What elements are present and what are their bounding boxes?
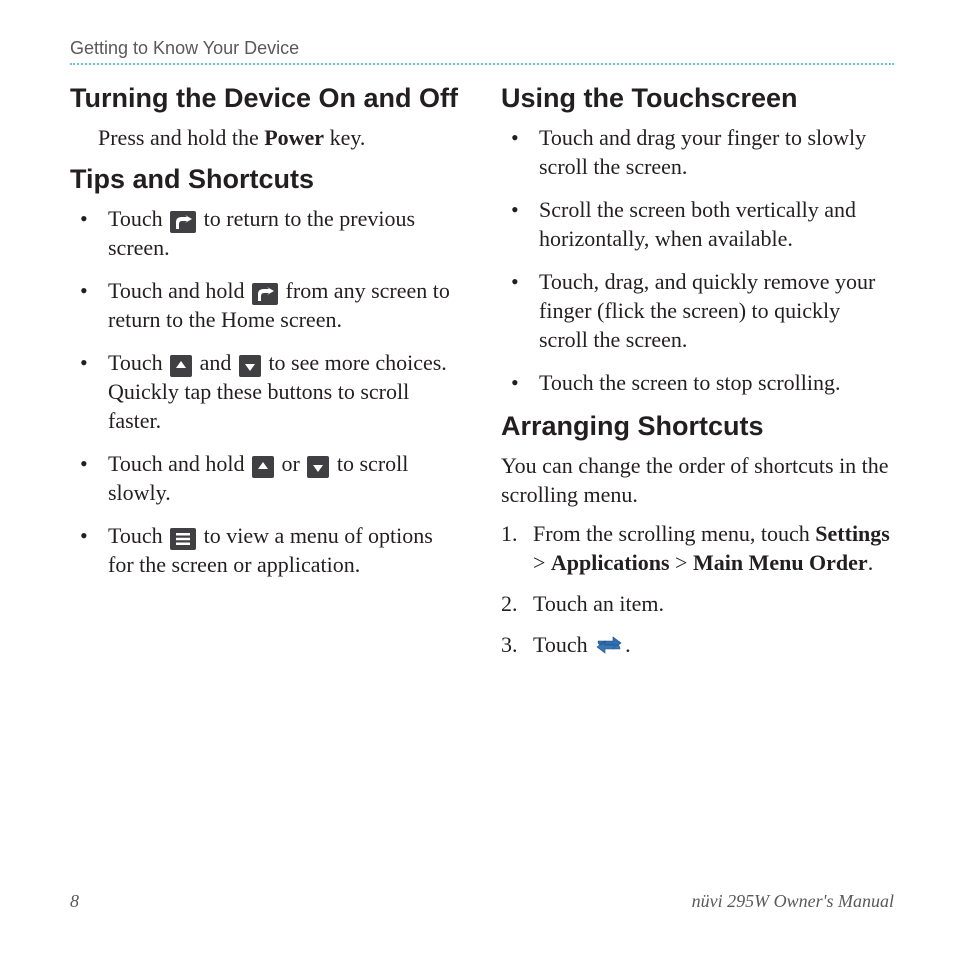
list-item: Touch the screen to stop scrolling. <box>501 368 894 397</box>
heading-turning-device-on-off: Turning the Device On and Off <box>70 83 463 115</box>
step-item: From the scrolling menu, touch Settings … <box>501 519 894 577</box>
list-item: Touch, drag, and quickly remove your fin… <box>501 267 894 354</box>
text: Press and hold the <box>98 125 264 150</box>
scroll-down-icon <box>239 355 261 377</box>
heading-arranging-shortcuts: Arranging Shortcuts <box>501 411 894 443</box>
back-arrow-icon <box>170 211 196 233</box>
manual-title: nüvi 295W Owner's Manual <box>692 891 894 912</box>
nav-applications: Applications <box>551 550 670 575</box>
step-item: Touch an item. <box>501 589 894 618</box>
step-item: Touch . <box>501 630 894 659</box>
text: Touch <box>108 350 168 375</box>
swap-arrows-icon <box>595 634 623 656</box>
tip-item: Touch to return to the previous screen. <box>70 204 463 262</box>
menu-icon <box>170 528 196 550</box>
text: > <box>670 550 693 575</box>
tips-list: Touch to return to the previous screen. … <box>70 204 463 579</box>
tip-item: Touch and to see more choices. Quickly t… <box>70 348 463 435</box>
text: . <box>868 550 874 575</box>
text: Touch <box>108 523 168 548</box>
scroll-up-icon <box>252 456 274 478</box>
page-number: 8 <box>70 891 79 912</box>
heading-tips-shortcuts: Tips and Shortcuts <box>70 164 463 196</box>
back-arrow-icon <box>252 283 278 305</box>
page-footer: 8 nüvi 295W Owner's Manual <box>70 891 894 912</box>
text: Touch and hold <box>108 451 250 476</box>
touchscreen-list: Touch and drag your finger to slowly scr… <box>501 123 894 397</box>
list-item: Scroll the screen both vertically and ho… <box>501 195 894 253</box>
heading-using-touchscreen: Using the Touchscreen <box>501 83 894 115</box>
list-item: Touch and drag your finger to slowly scr… <box>501 123 894 181</box>
power-key-label: Power <box>264 125 324 150</box>
chapter-header: Getting to Know Your Device <box>70 38 894 65</box>
tip-item: Touch and hold from any screen to return… <box>70 276 463 334</box>
power-instruction: Press and hold the Power key. <box>98 123 463 152</box>
text: Touch <box>108 206 168 231</box>
text: From the scrolling menu, touch <box>533 521 815 546</box>
text: . <box>625 632 631 657</box>
scroll-up-icon <box>170 355 192 377</box>
tip-item: Touch to view a menu of options for the … <box>70 521 463 579</box>
steps-list: From the scrolling menu, touch Settings … <box>501 519 894 659</box>
text: Touch <box>533 632 593 657</box>
left-column: Turning the Device On and Off Press and … <box>70 83 463 671</box>
text: or <box>276 451 305 476</box>
nav-main-menu-order: Main Menu Order <box>693 550 868 575</box>
right-column: Using the Touchscreen Touch and drag you… <box>501 83 894 671</box>
text: > <box>533 550 551 575</box>
scroll-down-icon <box>307 456 329 478</box>
text: and <box>194 350 237 375</box>
nav-settings: Settings <box>815 521 890 546</box>
text: Touch and hold <box>108 278 250 303</box>
text: key. <box>324 125 365 150</box>
arranging-intro: You can change the order of shortcuts in… <box>501 451 894 509</box>
two-column-layout: Turning the Device On and Off Press and … <box>70 83 894 671</box>
tip-item: Touch and hold or to scroll slowly. <box>70 449 463 507</box>
